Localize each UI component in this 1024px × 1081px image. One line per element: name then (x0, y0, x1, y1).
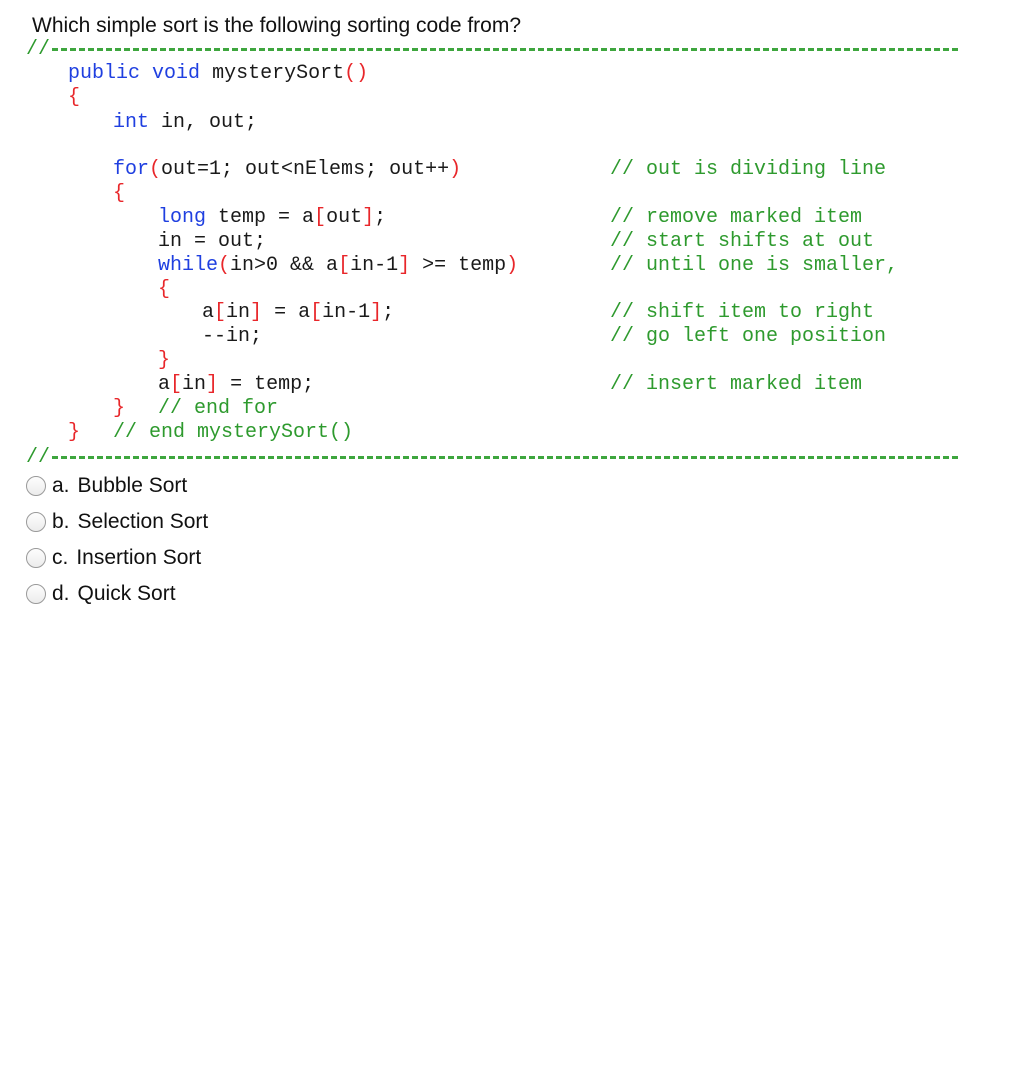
code-line-method-close: } (68, 421, 81, 444)
code-line-declaration: int in, out; (113, 111, 258, 134)
option-letter: d. (52, 582, 70, 605)
question-text: Which simple sort is the following sorti… (32, 14, 522, 37)
code-line-while: while(in>0 && a[in-1] >= temp) (158, 254, 519, 277)
code-line-for-close: } (113, 397, 126, 420)
code-divider-bottom: // (26, 446, 50, 470)
code-comment-for: // out is dividing line (610, 158, 887, 181)
option-letter: a. (52, 474, 70, 497)
answer-options: a. Bubble Sort b. Selection Sort c. Inse… (26, 468, 208, 612)
code-line-while-close: } (158, 349, 171, 372)
code-line-shift: a[in] = a[in-1]; (202, 301, 395, 324)
option-letter: b. (52, 510, 70, 533)
code-line-signature: public void mysterySort() (68, 62, 369, 85)
comment-prefix: // (26, 446, 51, 469)
code-line-decrement: --in; (202, 325, 263, 348)
code-comment-shift: // shift item to right (610, 301, 875, 324)
option-d[interactable]: d. Quick Sort (26, 576, 208, 612)
code-comment-insert: // insert marked item (610, 373, 863, 396)
code-divider-top: // (26, 38, 50, 62)
code-line-insert: a[in] = temp; (158, 373, 315, 396)
code-comment-end-for: // end for (158, 397, 279, 420)
code-line-temp: long temp = a[out]; (158, 206, 387, 229)
code-block: // public void mysterySort() { int in, o… (0, 0, 958, 1081)
option-letter: c. (52, 546, 69, 569)
code-line-for-brace: { (113, 182, 126, 205)
radio-button-a[interactable] (26, 476, 46, 496)
code-comment-while: // until one is smaller, (610, 254, 899, 277)
code-comment-in-assign: // start shifts at out (610, 230, 875, 253)
option-label: Bubble Sort (77, 474, 188, 497)
code-comment-decrement: // go left one position (610, 325, 887, 348)
code-line-open-brace: { (68, 86, 81, 109)
option-label: Insertion Sort (76, 546, 202, 569)
code-line-for: for(out=1; out<nElems; out++) (113, 158, 462, 181)
option-label: Quick Sort (77, 582, 176, 605)
radio-button-b[interactable] (26, 512, 46, 532)
option-a[interactable]: a. Bubble Sort (26, 468, 208, 504)
comment-prefix: // (26, 38, 51, 61)
radio-button-d[interactable] (26, 584, 46, 604)
option-c[interactable]: c. Insertion Sort (26, 540, 208, 576)
dashed-rule-top (52, 48, 958, 51)
option-label: Selection Sort (77, 510, 209, 533)
code-comment-temp: // remove marked item (610, 206, 863, 229)
option-b[interactable]: b. Selection Sort (26, 504, 208, 540)
dashed-rule-bottom (52, 456, 958, 459)
code-line-in-assign: in = out; (158, 230, 267, 253)
code-comment-end-method: // end mysterySort() (113, 421, 354, 444)
code-line-while-brace: { (158, 278, 171, 301)
radio-button-c[interactable] (26, 548, 46, 568)
